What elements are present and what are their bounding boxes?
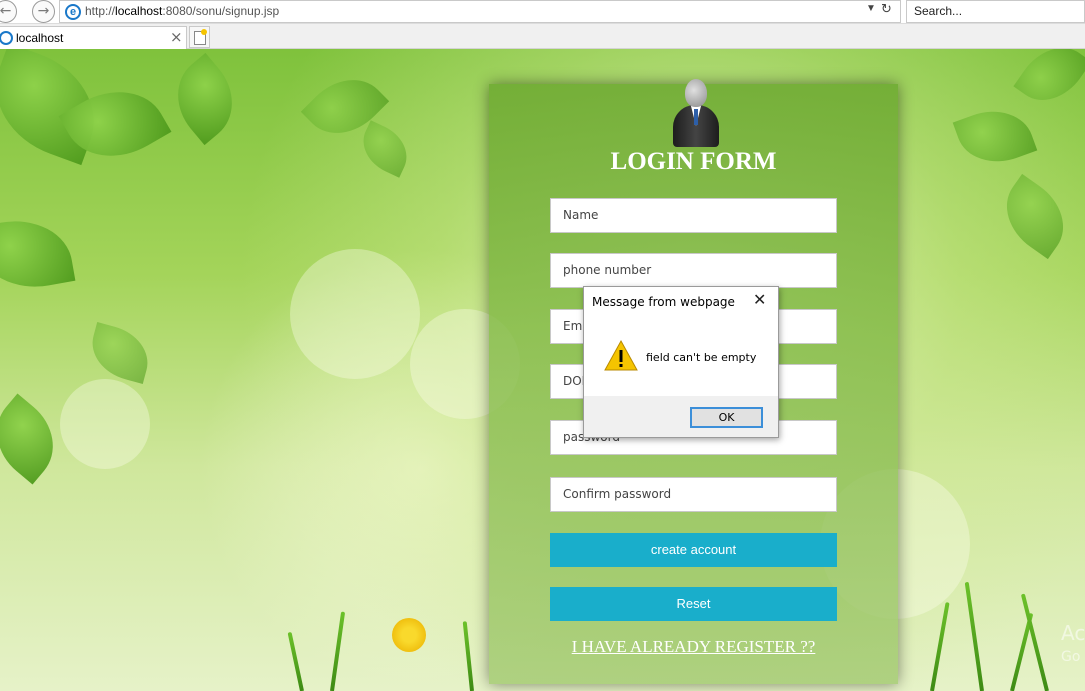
search-placeholder: Search...	[914, 4, 963, 18]
forward-arrow-icon[interactable]: →	[32, 0, 55, 23]
already-registered-link[interactable]: I HAVE ALREADY REGISTER ??	[489, 637, 898, 657]
leaf-decoration	[84, 322, 156, 384]
bokeh-light	[60, 379, 150, 469]
url-host: localhost	[115, 4, 163, 18]
tab-bar: localhost ×	[0, 24, 1085, 49]
grass-blade	[287, 631, 304, 691]
alert-dialog: Message from webpage ✕ field can't be em…	[583, 286, 779, 438]
leaf-decoration	[990, 173, 1080, 260]
url-text: http://localhost:8080/sonu/signup.jsp	[85, 4, 279, 18]
dialog-title: Message from webpage	[592, 295, 735, 309]
grass-blade	[930, 602, 950, 691]
url-field[interactable]: e http://localhost:8080/sonu/signup.jsp …	[59, 0, 901, 23]
leaf-decoration	[1013, 49, 1085, 115]
flower-decoration	[392, 618, 426, 652]
ok-button[interactable]: OK	[690, 407, 763, 428]
watermark-line1: Ac	[1061, 621, 1085, 645]
leaf-decoration	[0, 211, 76, 297]
user-avatar-icon	[673, 79, 719, 147]
create-account-button[interactable]: create account	[550, 533, 837, 567]
address-bar: ← → e http://localhost:8080/sonu/signup.…	[0, 0, 1085, 24]
leaf-decoration	[952, 98, 1038, 175]
avatar-tie	[694, 109, 698, 125]
url-prefix: http://	[85, 4, 116, 18]
leaf-decoration	[353, 120, 417, 178]
new-tab-icon[interactable]	[189, 26, 210, 48]
reset-button[interactable]: Reset	[550, 587, 837, 621]
chevron-down-icon[interactable]: ▼	[866, 3, 876, 14]
grass-blade	[330, 611, 346, 691]
leaf-decoration	[159, 52, 251, 146]
watermark-line2: Go	[1061, 649, 1081, 665]
refresh-icon[interactable]: ↻	[881, 2, 892, 17]
grass-blade	[964, 581, 984, 691]
tab-title: localhost	[16, 31, 64, 45]
dialog-footer: OK	[584, 396, 778, 437]
tab-localhost[interactable]: localhost ×	[0, 26, 187, 49]
close-icon[interactable]: ✕	[753, 290, 766, 309]
avatar-head	[685, 79, 707, 107]
form-title: LOGIN FORM	[610, 148, 777, 175]
name-field[interactable]: Name	[550, 198, 837, 233]
ie-tab-icon	[0, 31, 13, 45]
close-icon[interactable]: ×	[170, 28, 183, 46]
dialog-message: field can't be empty	[646, 351, 757, 364]
leaf-decoration	[0, 393, 72, 485]
activate-windows-watermark: Ac Go	[1061, 621, 1085, 669]
ie-page-icon: e	[65, 4, 81, 20]
url-path: :8080/sonu/signup.jsp	[162, 4, 280, 18]
confirm-password-field[interactable]: Confirm password	[550, 477, 837, 512]
warning-icon	[604, 339, 638, 371]
search-input[interactable]: Search...	[906, 0, 1085, 23]
grass-blade	[462, 621, 474, 691]
bokeh-light	[290, 249, 420, 379]
back-arrow-icon[interactable]: ←	[0, 0, 17, 23]
phone-field[interactable]: phone number	[550, 253, 837, 288]
